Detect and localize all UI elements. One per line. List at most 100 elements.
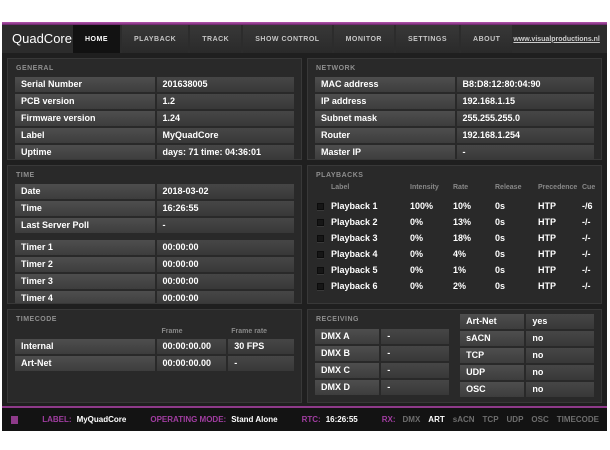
- table-row: DMX C -: [315, 363, 449, 378]
- table-row: Date 2018-03-02: [15, 184, 294, 199]
- table-row: DMX B -: [315, 346, 449, 361]
- playback-release: 0s: [495, 233, 538, 243]
- row-label: IP address: [315, 94, 455, 109]
- row-label: OSC: [460, 382, 524, 397]
- panel-network-title: NETWORK: [316, 65, 594, 72]
- row-label: sACN: [460, 331, 524, 346]
- table-row: OSC no: [460, 382, 594, 397]
- tab-track[interactable]: TRACK: [190, 25, 241, 53]
- timecode-frame: 00:00:00.00: [157, 339, 227, 354]
- timecode-framerate: -: [228, 356, 294, 371]
- panel-playbacks: PLAYBACKS Label Intensity Rate Release P…: [307, 165, 602, 304]
- tab-about[interactable]: ABOUT: [461, 25, 512, 53]
- receiving-dmx-column: RECEIVING DMX A - DMX B - DMX C -: [315, 312, 449, 399]
- tab-settings[interactable]: SETTINGS: [396, 25, 459, 53]
- status-rtc-value: 16:26:55: [326, 415, 358, 424]
- table-row: Last Server Poll -: [15, 218, 294, 233]
- panel-general-title: GENERAL: [16, 65, 294, 72]
- row-label: Last Server Poll: [15, 218, 155, 233]
- column-header: Release: [495, 184, 538, 191]
- rx-item-timecode: TIMECODE: [557, 415, 599, 424]
- table-row: Label MyQuadCore: [15, 128, 294, 143]
- row-value: 00:00:00: [157, 291, 295, 304]
- playback-release: 0s: [495, 265, 538, 275]
- row-label: Label: [15, 128, 155, 143]
- row-label: Master IP: [315, 145, 455, 160]
- row-value: 00:00:00: [157, 257, 295, 272]
- column-header: Label: [331, 184, 410, 191]
- row-label: Internal: [15, 339, 155, 354]
- table-row: DMX A -: [315, 329, 449, 344]
- panel-receiving: RECEIVING DMX A - DMX B - DMX C -: [307, 309, 602, 403]
- row-value: days: 71 time: 04:36:01: [157, 145, 295, 160]
- row-value: -: [381, 363, 449, 378]
- playback-cue: -/-: [582, 281, 594, 291]
- row-value: 00:00:00: [157, 274, 295, 289]
- playback-precedence: HTP: [538, 201, 582, 211]
- table-row: MAC address B8:D8:12:80:04:90: [315, 77, 594, 92]
- rx-item-tcp: TCP: [483, 415, 499, 424]
- table-row: Uptime days: 71 time: 04:36:01: [15, 145, 294, 160]
- column-header-blank: [15, 328, 155, 335]
- playback-intensity: 0%: [410, 217, 453, 227]
- table-row: Timer 3 00:00:00: [15, 274, 294, 289]
- table-row: Firmware version 1.24: [15, 111, 294, 126]
- playback-indicator: [317, 235, 324, 242]
- row-value: no: [526, 348, 594, 363]
- playback-row: Playback 4 0% 4% 0s HTP -/-: [315, 246, 594, 262]
- playback-cue: -/6: [582, 201, 594, 211]
- status-mode-value: Stand Alone: [231, 415, 277, 424]
- row-label: DMX C: [315, 363, 379, 378]
- playback-rate: 13%: [453, 217, 495, 227]
- timecode-header-row: Frame Frame rate: [15, 328, 294, 335]
- row-label: TCP: [460, 348, 524, 363]
- vendor-website-link[interactable]: www.visualproductions.nl: [513, 36, 609, 43]
- playback-label: Playback 4: [331, 249, 410, 259]
- playback-label: Playback 2: [331, 217, 410, 227]
- playback-label: Playback 6: [331, 281, 410, 291]
- playback-row: Playback 2 0% 13% 0s HTP -/-: [315, 214, 594, 230]
- row-label: Timer 2: [15, 257, 155, 272]
- table-row: Serial Number 201638005: [15, 77, 294, 92]
- tab-monitor[interactable]: MONITOR: [334, 25, 394, 53]
- row-value: MyQuadCore: [157, 128, 295, 143]
- tab-home[interactable]: HOME: [73, 25, 120, 53]
- status-mode-key: OPERATING MODE:: [150, 415, 226, 424]
- rx-item-dmx: DMX: [403, 415, 421, 424]
- playback-precedence: HTP: [538, 249, 582, 259]
- row-label: Date: [15, 184, 155, 199]
- rx-protocol-list: DMX ART sACN TCP UDP OSC TIMECODE: [403, 415, 607, 424]
- column-header: Frame: [155, 328, 225, 335]
- panel-timecode: TIMECODE Frame Frame rate Internal 00:00…: [7, 309, 302, 403]
- playback-rate: 4%: [453, 249, 495, 259]
- playback-release: 0s: [495, 217, 538, 227]
- header-bar: QuadCore HOME PLAYBACK TRACK SHOW CONTRO…: [2, 25, 607, 53]
- rx-item-osc: OSC: [531, 415, 548, 424]
- playback-precedence: HTP: [538, 265, 582, 275]
- row-value: no: [526, 365, 594, 380]
- row-value: yes: [526, 314, 594, 329]
- playback-rate: 1%: [453, 265, 495, 275]
- tab-show-control[interactable]: SHOW CONTROL: [243, 25, 331, 53]
- playback-intensity: 0%: [410, 249, 453, 259]
- playback-indicator: [317, 251, 324, 258]
- row-label: MAC address: [315, 77, 455, 92]
- table-row: Time 16:26:55: [15, 201, 294, 216]
- playback-label: Playback 1: [331, 201, 410, 211]
- column-header: Frame rate: [224, 328, 294, 335]
- tab-playback[interactable]: PLAYBACK: [122, 25, 188, 53]
- playback-label: Playback 5: [331, 265, 410, 275]
- timecode-framerate: 30 FPS: [228, 339, 294, 354]
- panel-timecode-title: TIMECODE: [16, 316, 294, 323]
- table-row: Master IP -: [315, 145, 594, 160]
- playback-cue: -/-: [582, 217, 594, 227]
- playback-release: 0s: [495, 249, 538, 259]
- playback-row: Playback 3 0% 18% 0s HTP -/-: [315, 230, 594, 246]
- row-label: Firmware version: [15, 111, 155, 126]
- row-value: -: [381, 346, 449, 361]
- column-header: Precedence: [538, 184, 582, 191]
- playback-indicator: [317, 267, 324, 274]
- quadcore-app: QuadCore HOME PLAYBACK TRACK SHOW CONTRO…: [2, 22, 607, 431]
- row-value: -: [457, 145, 595, 160]
- playback-release: 0s: [495, 281, 538, 291]
